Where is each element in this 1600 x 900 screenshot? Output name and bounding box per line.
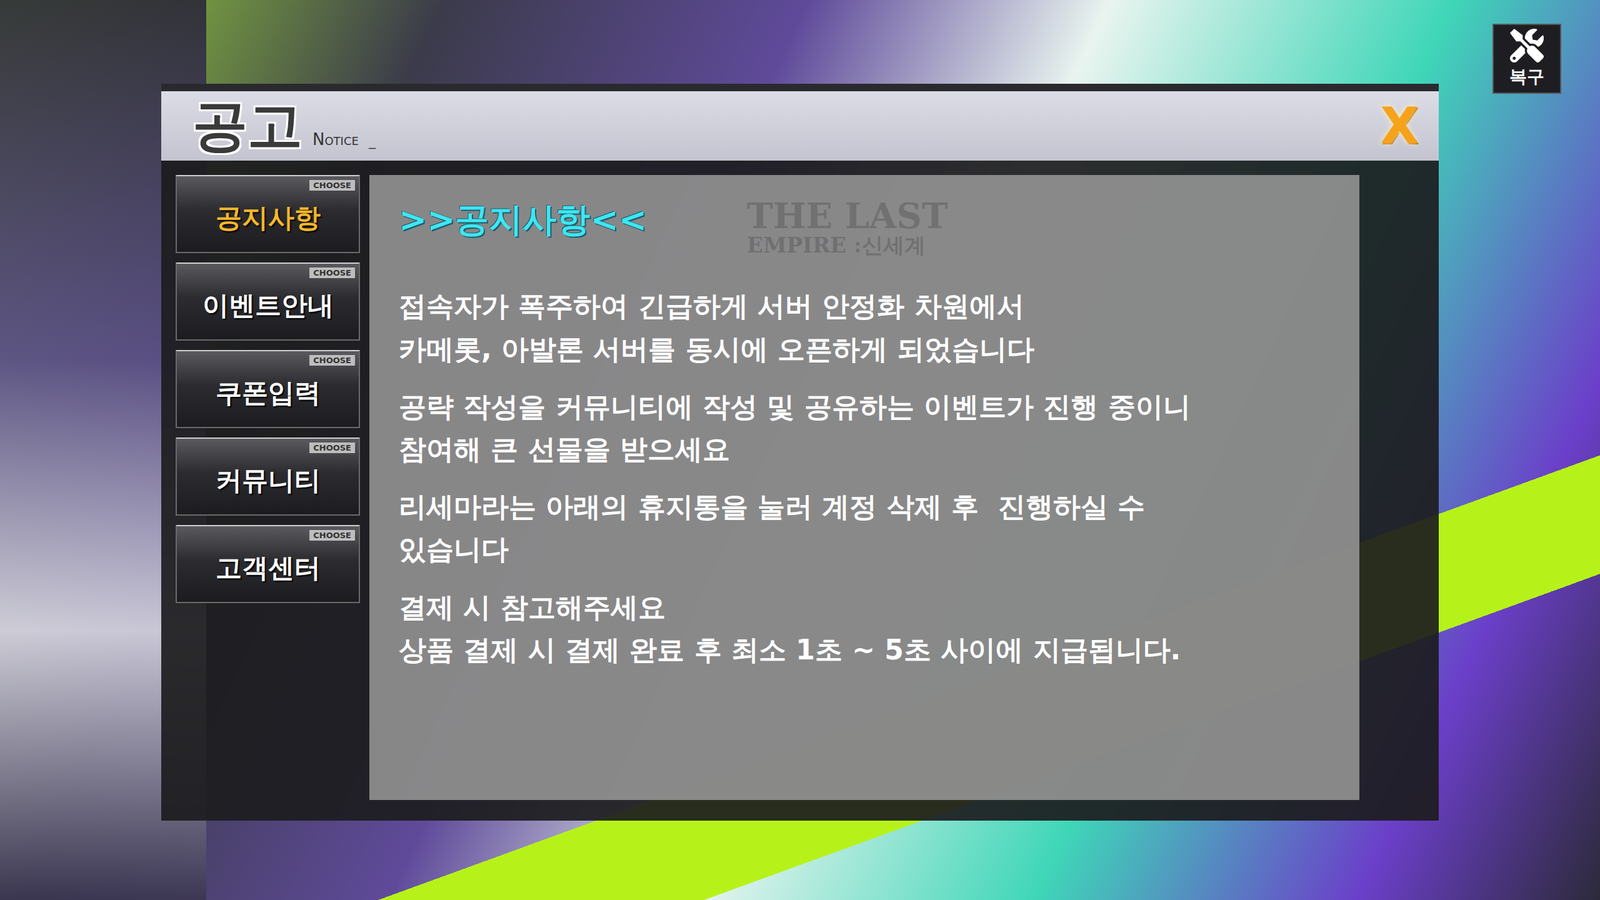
sidebar-item[interactable]: CHOOSE고객센터 (175, 525, 360, 604)
panel-header: 공고 Notice _ X (161, 91, 1439, 161)
notice-paragraph: 공략 작성을 커뮤니티에 작성 및 공유하는 이벤트가 진행 중이니참여해 큰 … (398, 385, 1330, 471)
restore-label: 복구 (1509, 65, 1545, 89)
game-screen: 복구공고 Notice _ X CHOOSE공지사항 CHOOSE이벤트안내 CHOOSE쿠… (0, 0, 1600, 900)
title-cursor: _ (368, 133, 376, 157)
watermark: THE LASTEMPIRE :신세계 (746, 197, 949, 257)
notice-paragraph: 리세마라는 아래의 휴지통을 눌러 계정 삭제 후 진행하실 수있습니다 (398, 485, 1330, 571)
sidebar: CHOOSE공지사항 CHOOSE이벤트안내 CHOOSE쿠폰입력 CHOOSE커뮤니… (175, 175, 360, 800)
panel-title: 공고 (192, 95, 303, 157)
sidebar-item[interactable]: CHOOSE이벤트안내 (175, 262, 360, 341)
restore-button[interactable]: 복구 (1492, 23, 1562, 94)
notice-paragraph: 결제 시 참고해주세요상품 결제 시 결제 완료 후 최소 1초 ~ 5초 사이… (398, 586, 1330, 672)
notice-line: 공략 작성을 커뮤니티에 작성 및 공유하는 이벤트가 진행 중이니 (398, 385, 1330, 429)
notice-line: 결제 시 참고해주세요 (398, 586, 1330, 629)
choose-tag: CHOOSE (309, 442, 355, 454)
sidebar-item[interactable]: CHOOSE공지사항 (175, 175, 360, 254)
content-header: >>공지사항<< THE LASTEMPIRE :신세계 (398, 197, 1330, 257)
choose-tag: CHOOSE (309, 355, 355, 366)
notice-line: 있습니다 (398, 528, 1330, 571)
close-button[interactable]: X (1375, 101, 1424, 152)
choose-tag: CHOOSE (309, 267, 355, 279)
notice-paragraph: 접속자가 폭주하여 긴급하게 서버 안정화 차원에서카메롯, 아발론 서버를 동… (398, 285, 1330, 370)
notice-line: 상품 결제 시 결제 완료 후 최소 1초 ~ 5초 사이에 지급됩니다. (398, 628, 1330, 672)
notice-line: 참여해 큰 선물을 받으세요 (398, 428, 1330, 471)
watermark-line: THE LAST (746, 197, 949, 235)
sidebar-item[interactable]: CHOOSE쿠폰입력 (175, 350, 360, 429)
tools-icon (1510, 28, 1544, 63)
panel-body: CHOOSE공지사항 CHOOSE이벤트안내 CHOOSE쿠폰입력 CHOOSE커뮤니… (161, 160, 1439, 821)
notice-text: 접속자가 폭주하여 긴급하게 서버 안정화 차원에서카메롯, 아발론 서버를 동… (398, 285, 1330, 687)
content-title: >>공지사항<< (398, 197, 647, 244)
sidebar-item[interactable]: CHOOSE커뮤니티 (175, 437, 360, 516)
notice-panel: 공고 Notice _ X CHOOSE공지사항 CHOOSE이벤트안내 CHOOSE쿠폰입… (161, 83, 1439, 821)
notice-line: 리세마라는 아래의 휴지통을 눌러 계정 삭제 후 진행하실 수 (398, 485, 1330, 529)
watermark-line: EMPIRE :신세계 (746, 234, 949, 257)
notice-content: >>공지사항<< THE LASTEMPIRE :신세계접속자가 폭주하여 긴급하… (369, 175, 1360, 800)
panel-subtitle: Notice (312, 130, 359, 157)
notice-line: 카메롯, 아발론 서버를 동시에 오픈하게 되었습니다 (398, 328, 1330, 371)
choose-tag: CHOOSE (309, 180, 355, 191)
choose-tag: CHOOSE (309, 530, 355, 541)
title-group: 공고 Notice _ (192, 95, 376, 157)
notice-line: 접속자가 폭주하여 긴급하게 서버 안정화 차원에서 (398, 285, 1330, 328)
